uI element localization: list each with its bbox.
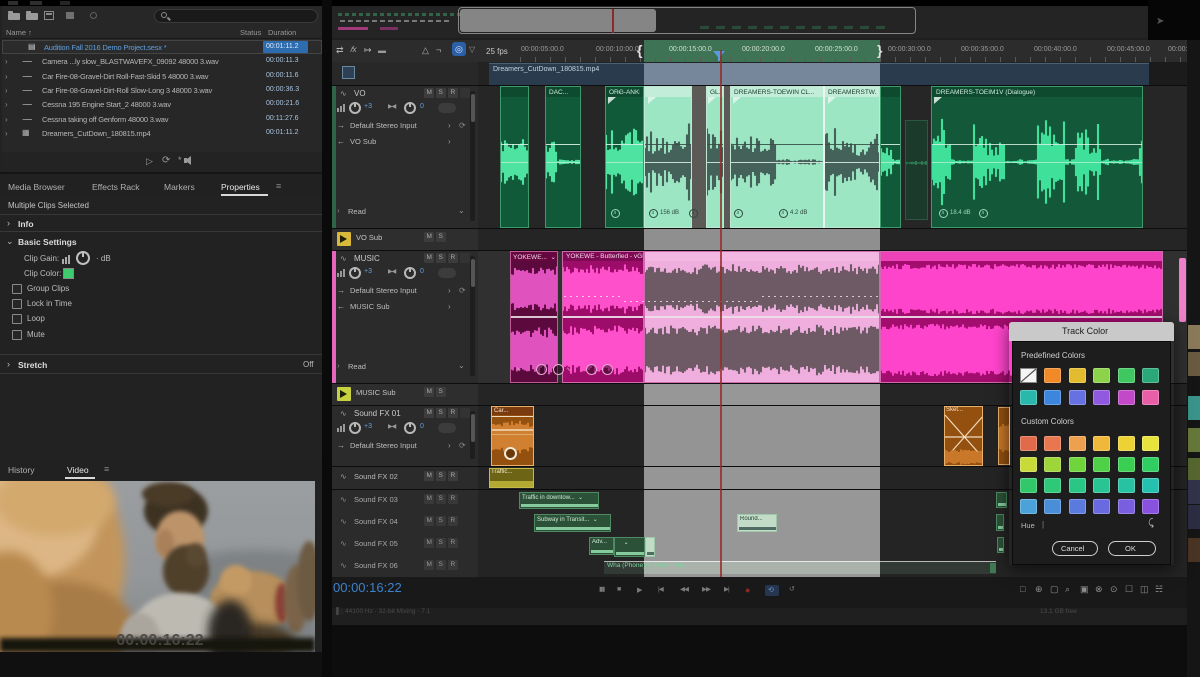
svg-text:00:00:16:22: 00:00:16:22 — [116, 632, 203, 649]
